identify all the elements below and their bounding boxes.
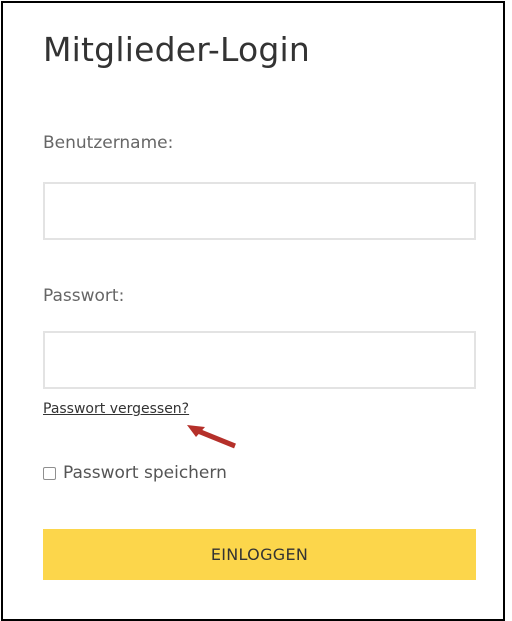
page-title: Mitglieder-Login — [43, 30, 311, 69]
forgot-password-link[interactable]: Passwort vergessen? — [43, 401, 189, 417]
login-panel: Mitglieder-Login Benutzername: Passwort:… — [1, 1, 505, 621]
remember-password-option[interactable]: Passwort speichern — [43, 463, 227, 483]
username-label: Benutzername: — [43, 133, 174, 153]
login-button[interactable]: EINLOGGEN — [43, 529, 476, 580]
password-label: Passwort: — [43, 286, 125, 306]
arrow-annotation-icon — [187, 425, 236, 449]
password-input[interactable] — [43, 331, 476, 389]
remember-password-checkbox[interactable] — [43, 466, 56, 480]
remember-password-label: Passwort speichern — [63, 463, 227, 483]
username-input[interactable] — [43, 182, 476, 240]
